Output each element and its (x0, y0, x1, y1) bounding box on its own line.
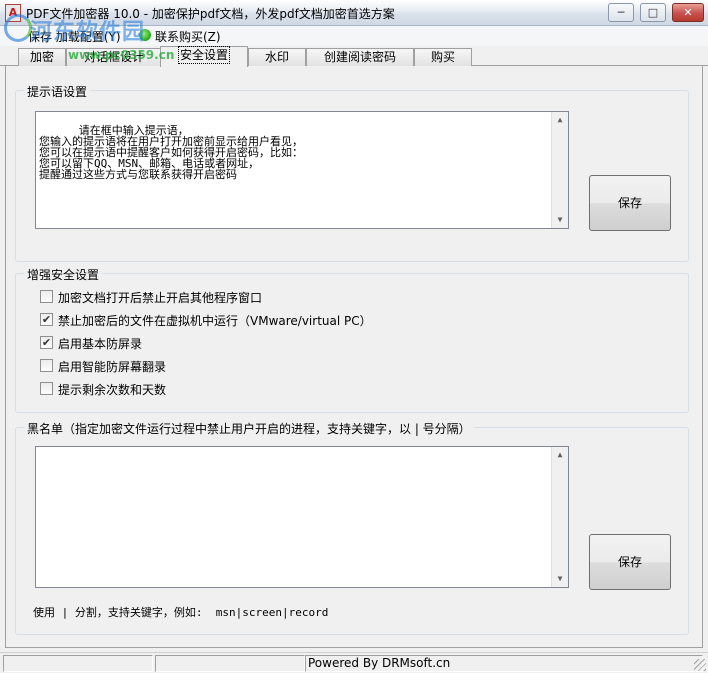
checkbox[interactable] (40, 290, 53, 303)
checkbox-checked[interactable]: ✔ (40, 336, 53, 349)
blacklist-hint: 使用 | 分割，支持关键字，例如: msn|screen|record (33, 606, 329, 619)
blacklist-group: 黑名单（指定加密文件运行过程中禁止用户开启的进程，支持关键字，以 | 号分隔） … (15, 420, 689, 635)
group-title: 增强安全设置 (24, 266, 103, 283)
watermark-text: 河东软件园 (30, 20, 146, 45)
checkbox-checked[interactable]: ✔ (40, 313, 53, 326)
watermark-logo-icon (4, 14, 32, 42)
status-cell-2 (155, 655, 305, 672)
status-cell-1 (3, 655, 153, 672)
blacklist-textarea[interactable]: ▲ ▼ (35, 446, 569, 588)
watermark-url: www.pc0359.cn (68, 48, 175, 62)
status-bar: Powered By DRMsoft.cn (0, 652, 708, 673)
prompt-scrollbar[interactable]: ▲ ▼ (551, 112, 568, 228)
group-title: 黑名单（指定加密文件运行过程中禁止用户开启的进程，支持关键字，以 | 号分隔） (24, 420, 474, 437)
scroll-down-icon[interactable]: ▼ (552, 571, 568, 587)
maximize-button[interactable]: □ (640, 3, 666, 22)
tab-watermark[interactable]: 水印 (248, 48, 306, 66)
powered-by-text: Powered By DRMsoft.cn (305, 655, 703, 672)
blacklist-scrollbar[interactable]: ▲ ▼ (551, 447, 568, 587)
resize-grip-icon[interactable] (694, 659, 706, 671)
tab-encrypt[interactable]: 加密 (18, 48, 66, 66)
scroll-down-icon[interactable]: ▼ (552, 212, 568, 228)
minimize-button[interactable]: ─ (608, 3, 634, 22)
close-button[interactable]: ✕ (672, 3, 704, 22)
prompt-textarea[interactable]: 请在框中输入提示语， 您输入的提示语将在用户打开加密前显示给用户看见， 您可以在… (35, 111, 569, 229)
group-title: 提示语设置 (24, 83, 91, 100)
checkbox[interactable] (40, 382, 53, 395)
security-settings-panel: 提示语设置 请在框中输入提示语， 您输入的提示语将在用户打开加密前显示给用户看见… (5, 66, 703, 648)
tab-create-read-password[interactable]: 创建阅读密码 (306, 48, 414, 66)
blacklist-save-button[interactable]: 保存 (589, 534, 671, 590)
prompt-save-button[interactable]: 保存 (589, 175, 671, 231)
scroll-up-icon[interactable]: ▲ (552, 447, 568, 463)
scroll-up-icon[interactable]: ▲ (552, 112, 568, 128)
tab-buy[interactable]: 购买 (414, 48, 472, 66)
menu-contact-buy[interactable]: 联系购买(Z) (155, 28, 221, 45)
checkbox[interactable] (40, 359, 53, 372)
prompt-settings-group: 提示语设置 请在框中输入提示语， 您输入的提示语将在用户打开加密前显示给用户看见… (15, 83, 689, 262)
prompt-text: 请在框中输入提示语， 您输入的提示语将在用户打开加密前显示给用户看见， 您可以在… (39, 124, 303, 181)
